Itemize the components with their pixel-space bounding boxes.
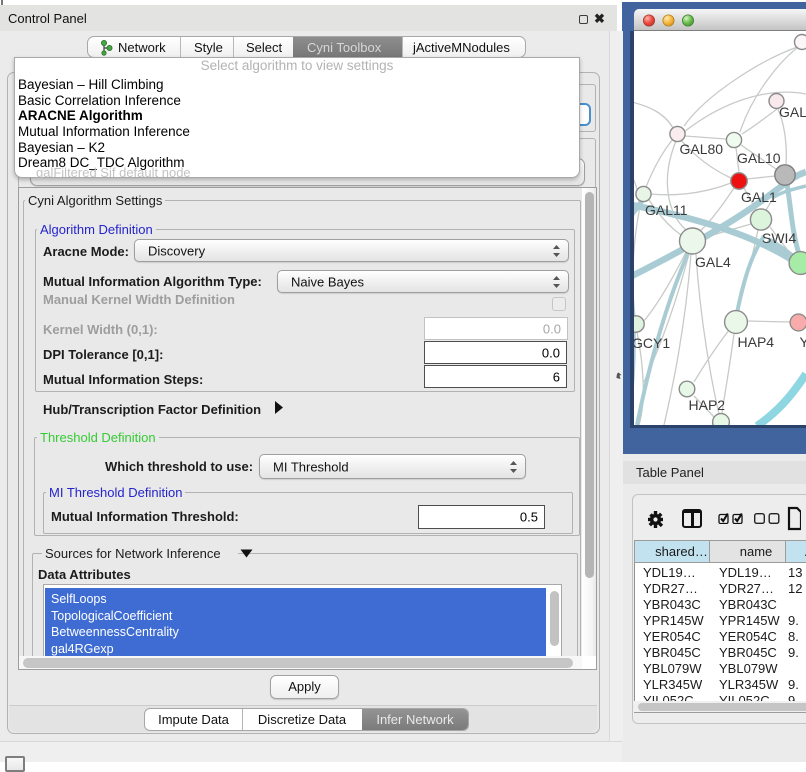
svg-text:GAL10: GAL10	[737, 150, 781, 166]
svg-text:HAP2: HAP2	[689, 397, 726, 413]
svg-text:YJ: YJ	[800, 334, 806, 350]
svg-text:GAL1: GAL1	[741, 189, 777, 205]
svg-text:SWI4: SWI4	[762, 230, 796, 246]
svg-text:GAL11: GAL11	[645, 202, 688, 218]
svg-text:GAL4: GAL4	[695, 254, 731, 270]
svg-text:GAL2: GAL2	[779, 104, 806, 120]
svg-text:HAP4: HAP4	[738, 334, 775, 350]
svg-text:GAL80: GAL80	[680, 141, 724, 157]
svg-text:GCY1: GCY1	[634, 335, 670, 351]
